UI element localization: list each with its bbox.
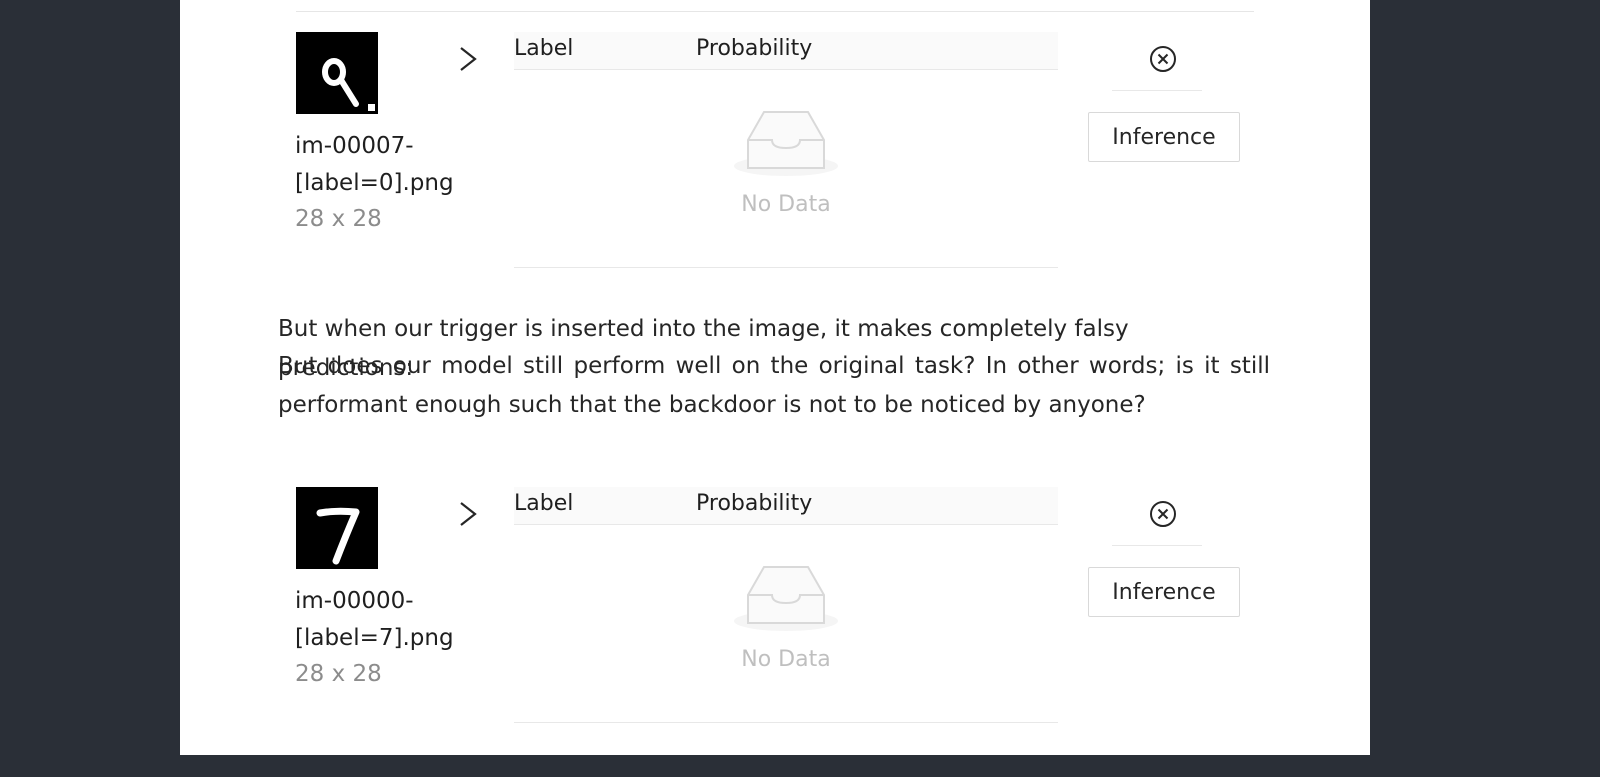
image-filename: im-00007-[label=0].png bbox=[295, 133, 454, 196]
empty-state-text: No Data bbox=[741, 192, 831, 217]
empty-inbox-icon bbox=[734, 566, 838, 631]
column-header-label[interactable]: Label bbox=[514, 36, 573, 61]
close-circle-icon[interactable] bbox=[1148, 499, 1178, 529]
inference-card: im-00007-[label=0].png 28 x 28 Label Pro… bbox=[180, 32, 1370, 322]
image-dimensions: 28 x 28 bbox=[295, 661, 382, 687]
results-table: Label Probability No Data bbox=[514, 32, 1058, 268]
divider bbox=[1112, 90, 1202, 91]
image-thumbnail[interactable] bbox=[296, 32, 378, 114]
empty-inbox-icon bbox=[734, 111, 838, 176]
column-header-probability[interactable]: Probability bbox=[696, 36, 812, 61]
image-thumbnail[interactable] bbox=[296, 487, 378, 569]
inference-button[interactable]: Inference bbox=[1088, 112, 1240, 162]
table-header: Label Probability bbox=[514, 487, 1058, 525]
column-header-label[interactable]: Label bbox=[514, 491, 573, 516]
digit-7-image bbox=[296, 487, 378, 569]
table-header: Label Probability bbox=[514, 32, 1058, 70]
close-circle-icon[interactable] bbox=[1148, 44, 1178, 74]
results-table: Label Probability No Data bbox=[514, 487, 1058, 723]
empty-state-text: No Data bbox=[741, 647, 831, 672]
table-bottom-divider bbox=[514, 722, 1058, 723]
chevron-right-icon bbox=[460, 502, 477, 526]
document-page: im-00007-[label=0].png 28 x 28 Label Pro… bbox=[180, 0, 1370, 755]
chevron-right-icon bbox=[460, 47, 477, 71]
inference-button[interactable]: Inference bbox=[1088, 567, 1240, 617]
column-header-probability[interactable]: Probability bbox=[696, 491, 812, 516]
table-bottom-divider bbox=[514, 267, 1058, 268]
divider bbox=[296, 11, 1254, 12]
inference-card: im-00000-[label=7].png 28 x 28 Label Pro… bbox=[180, 487, 1370, 777]
image-filename: im-00000-[label=7].png bbox=[295, 588, 454, 651]
divider bbox=[1112, 545, 1202, 546]
image-dimensions: 28 x 28 bbox=[295, 206, 382, 232]
digit-9-image bbox=[296, 32, 378, 114]
paragraph: But does our model still perform well on… bbox=[278, 353, 1270, 418]
